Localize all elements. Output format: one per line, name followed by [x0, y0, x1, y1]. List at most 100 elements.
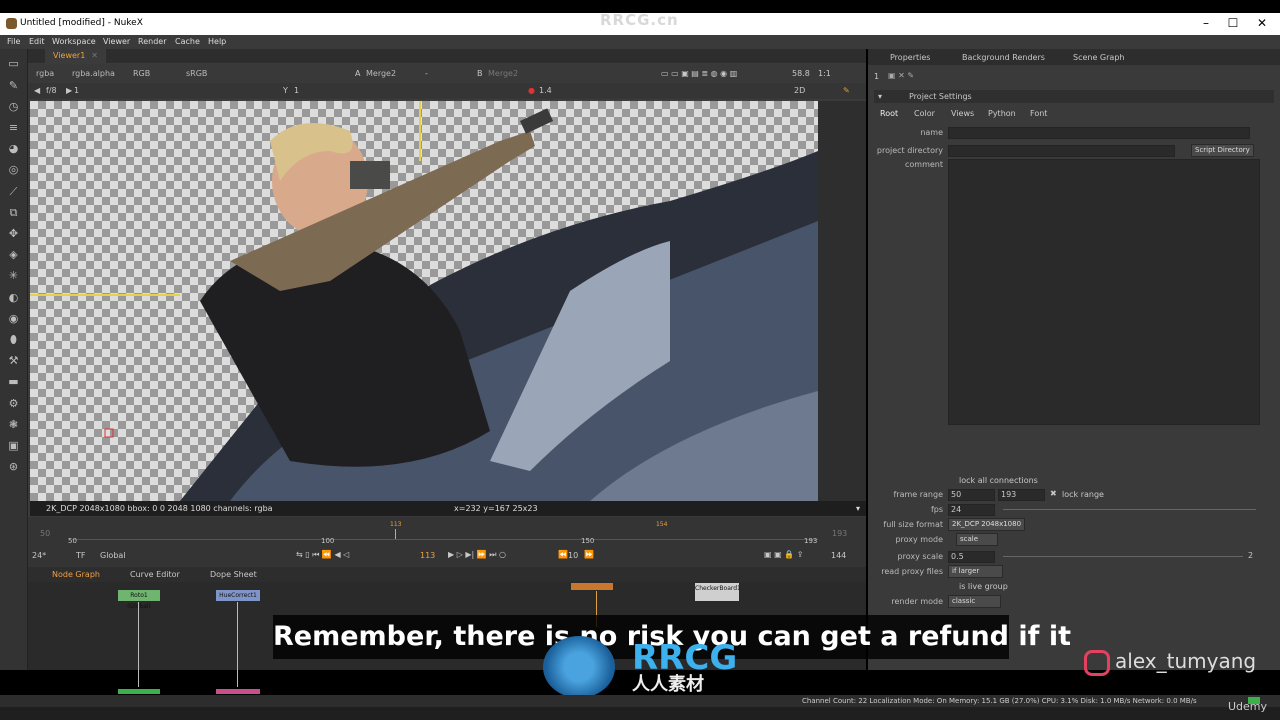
- collapse-icon[interactable]: ▾: [878, 92, 882, 101]
- tl-current-marker[interactable]: 113: [390, 521, 401, 528]
- tab-viewer1[interactable]: Viewer1 ✕: [45, 49, 106, 63]
- ratio-select[interactable]: 1:1: [818, 69, 831, 78]
- compare-select[interactable]: -: [425, 69, 428, 78]
- tab-dope-sheet[interactable]: Dope Sheet: [210, 570, 257, 579]
- ocula-icon[interactable]: ❃: [7, 418, 20, 431]
- filter-icon[interactable]: ◎: [7, 163, 20, 176]
- views-icon[interactable]: ◉: [7, 312, 20, 325]
- transform-icon[interactable]: ✥: [7, 227, 20, 240]
- node-b[interactable]: [216, 689, 260, 694]
- deep-icon[interactable]: ◐: [7, 291, 20, 304]
- lock-range-check-icon[interactable]: ✖: [1050, 489, 1057, 498]
- gain-value[interactable]: 1.4: [539, 86, 552, 95]
- step-value[interactable]: 10: [568, 551, 578, 560]
- project-directory-field[interactable]: [948, 145, 1175, 157]
- node-reformat1[interactable]: [571, 583, 613, 590]
- image-icon[interactable]: ▭: [7, 57, 20, 70]
- keyer-icon[interactable]: ⟋: [7, 185, 20, 198]
- channel-icon[interactable]: ≡: [7, 121, 20, 134]
- read-proxy-select[interactable]: if larger: [948, 565, 1003, 578]
- global-select[interactable]: Global: [100, 551, 126, 560]
- node-huecorrect1[interactable]: HueCorrect1: [216, 590, 260, 601]
- color-select[interactable]: RGB: [133, 69, 150, 78]
- tab-node-graph[interactable]: Node Graph: [52, 570, 100, 579]
- subtab-views[interactable]: Views: [951, 109, 974, 118]
- toolsets-icon[interactable]: ⚒: [7, 354, 20, 367]
- lut-select[interactable]: sRGB: [186, 69, 207, 78]
- close-tab-icon[interactable]: ✕: [91, 51, 98, 60]
- frame-in-icon[interactable]: ▶: [66, 86, 72, 95]
- sample-marker[interactable]: [104, 428, 114, 438]
- tab-background-renders[interactable]: Background Renders: [962, 53, 1045, 62]
- frame-in-value[interactable]: 1: [74, 86, 79, 95]
- input-a-select[interactable]: Merge2: [366, 69, 396, 78]
- tab-scene-graph[interactable]: Scene Graph: [1073, 53, 1124, 62]
- proxy-scale-field[interactable]: 0.5: [948, 551, 995, 563]
- zoom-value[interactable]: 58.8: [792, 69, 810, 78]
- 3d-icon[interactable]: ◈: [7, 248, 20, 261]
- tab-properties[interactable]: Properties: [890, 53, 930, 62]
- proxy-mode-select[interactable]: scale: [956, 533, 998, 546]
- info-dropdown-icon[interactable]: ▾: [856, 504, 860, 513]
- input-b-select[interactable]: Merge2: [488, 69, 518, 78]
- mode-select[interactable]: 2D: [794, 86, 805, 95]
- lock-connections-checkbox[interactable]: lock all connections: [959, 476, 1038, 485]
- particles-icon[interactable]: ✳: [7, 269, 20, 282]
- script-directory-button[interactable]: Script Directory: [1191, 144, 1254, 157]
- tl-end[interactable]: 193: [832, 529, 847, 538]
- fps-field[interactable]: 24: [948, 504, 995, 516]
- subtab-color[interactable]: Color: [914, 109, 935, 118]
- merge-icon[interactable]: ⧉: [7, 206, 20, 219]
- timeline-options[interactable]: ▣ ▣ 🔒 ⇪: [764, 550, 803, 559]
- panel-count[interactable]: 1: [874, 72, 879, 81]
- tl-playhead[interactable]: [395, 529, 396, 539]
- project-settings-header[interactable]: ▾ Project Settings: [874, 90, 1274, 103]
- comment-field[interactable]: [948, 159, 1260, 425]
- channels-select[interactable]: rgba: [36, 69, 54, 78]
- menu-cache[interactable]: Cache: [175, 37, 200, 46]
- render-mode-select[interactable]: classic: [948, 595, 1001, 608]
- viewer-tools-icons[interactable]: ▭ ▭ ▣ ▤ ≣ ◍ ◉ ▥: [661, 69, 737, 78]
- cara-icon[interactable]: ▣: [7, 439, 20, 452]
- plugins-icon[interactable]: ⊛: [7, 460, 20, 473]
- step-forward-icon[interactable]: ⏩: [584, 550, 594, 559]
- tab-curve-editor[interactable]: Curve Editor: [130, 570, 180, 579]
- time-icon[interactable]: ◷: [7, 100, 20, 113]
- menu-render[interactable]: Render: [138, 37, 166, 46]
- subtab-root[interactable]: Root: [880, 109, 898, 118]
- alpha-select[interactable]: rgba.alpha: [72, 69, 115, 78]
- panel-tools-icons[interactable]: ▣ ✕ ✎: [888, 71, 914, 80]
- pencil-icon[interactable]: ✎: [843, 86, 850, 95]
- menu-edit[interactable]: Edit: [29, 37, 45, 46]
- fstop-select[interactable]: f/8: [46, 86, 57, 95]
- fps-slider[interactable]: [1003, 509, 1256, 510]
- step-back-icon[interactable]: ⏪: [558, 550, 568, 559]
- y-value[interactable]: 1: [294, 86, 299, 95]
- maximize-icon[interactable]: ☐: [1223, 16, 1243, 32]
- live-group-checkbox[interactable]: is live group: [959, 582, 1008, 591]
- menu-viewer[interactable]: Viewer: [103, 37, 130, 46]
- menu-help[interactable]: Help: [208, 37, 226, 46]
- node-roto1[interactable]: Roto1 (Global): [118, 590, 160, 610]
- minimize-icon[interactable]: –: [1196, 16, 1216, 32]
- color-icon[interactable]: ◕: [7, 142, 20, 155]
- transport-forward[interactable]: ▶ ▷ ▶| ⏩ ⏭ ○: [448, 550, 506, 560]
- frame-end-field[interactable]: 193: [998, 489, 1045, 501]
- current-frame[interactable]: 113: [420, 551, 435, 560]
- draw-icon[interactable]: ✎: [7, 79, 20, 92]
- proxy-scale-slider[interactable]: [1003, 556, 1243, 557]
- tl-marker-154[interactable]: 154: [656, 521, 667, 528]
- name-field[interactable]: [948, 127, 1250, 139]
- subtab-font[interactable]: Font: [1030, 109, 1047, 118]
- other-icon[interactable]: ▬: [7, 375, 20, 388]
- subtab-python[interactable]: Python: [988, 109, 1016, 118]
- play-icon[interactable]: ◀: [34, 86, 40, 95]
- last-frame[interactable]: 144: [831, 551, 846, 560]
- fps-select[interactable]: 24*: [32, 551, 46, 560]
- transport-controls[interactable]: ⇆ ▯ ⏮ ⏪ ◀ ◁: [296, 550, 349, 560]
- viewer-canvas[interactable]: [30, 101, 866, 501]
- full-size-select[interactable]: 2K_DCP 2048x1080: [948, 518, 1026, 531]
- metadata-icon[interactable]: ⬮: [7, 333, 20, 346]
- node-checkerboard1[interactable]: CheckerBoard1: [695, 583, 741, 601]
- close-icon[interactable]: ✕: [1252, 16, 1272, 32]
